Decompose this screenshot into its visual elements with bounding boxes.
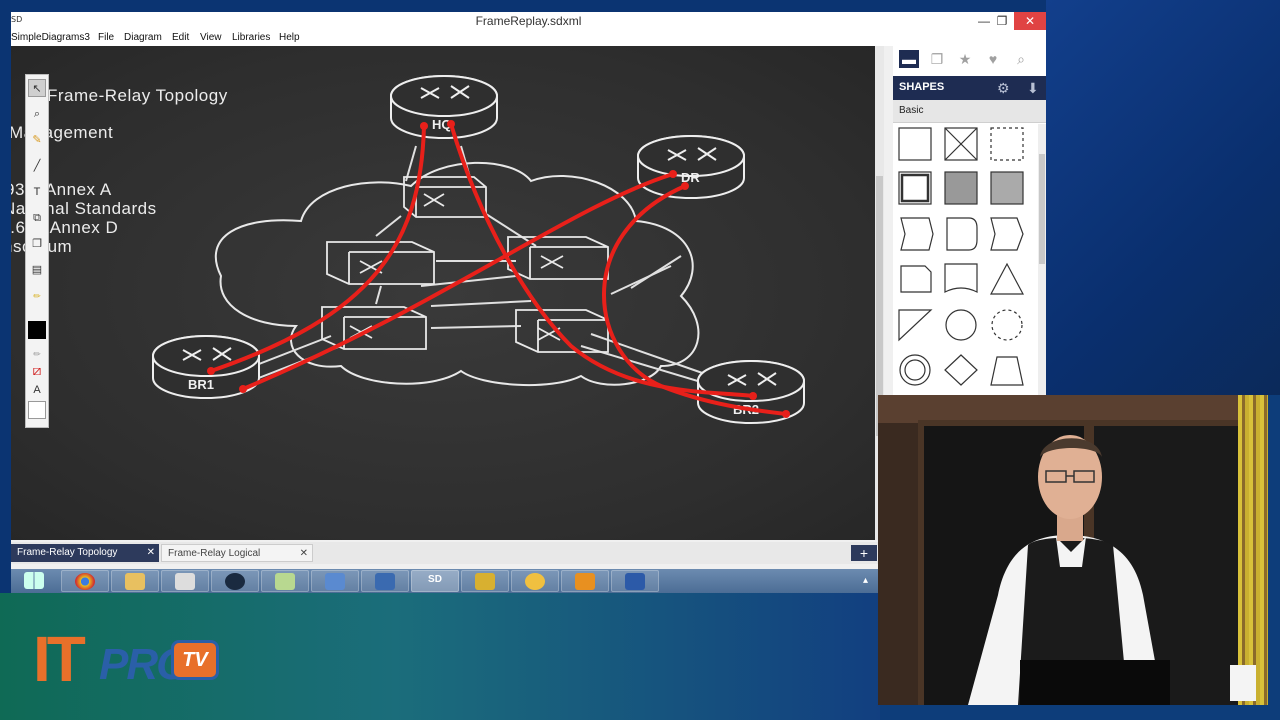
pdf-icon[interactable] xyxy=(561,570,609,592)
shapes-header: SHAPES ⚙ ⬇ xyxy=(893,76,1046,100)
explorer-icon[interactable] xyxy=(111,570,159,592)
menu-view[interactable]: View xyxy=(200,32,222,43)
menu-diagram[interactable]: Diagram xyxy=(124,32,162,43)
presenter-video xyxy=(878,395,1268,705)
menu-edit[interactable]: Edit xyxy=(172,32,189,43)
shape-triangle xyxy=(990,262,1024,295)
drawing-toolbar: ↖ ⌕ ✎ ╱ T ⧉ ❐ ▤ ✏ ✏ ⧄ A xyxy=(25,74,49,428)
send-backward-icon[interactable]: ❐ xyxy=(28,235,46,253)
shape-banner xyxy=(944,263,978,293)
shape-chevron-left xyxy=(900,217,934,251)
maximize-button[interactable]: ❐ xyxy=(988,12,1016,30)
search-icon[interactable]: ⌕ xyxy=(1011,50,1031,68)
itprotv-logo: IT PRO TV xyxy=(33,620,223,695)
shape-dashed-square xyxy=(990,127,1024,161)
close-tab-icon[interactable]: ✕ xyxy=(147,544,155,562)
shape-trapezoid xyxy=(990,356,1024,386)
game-icon[interactable] xyxy=(461,570,509,592)
desktop-background-top xyxy=(0,0,1046,12)
menu-libraries[interactable]: Libraries xyxy=(232,32,270,43)
panel-splitter[interactable] xyxy=(884,46,893,396)
panel-scroll-thumb[interactable] xyxy=(1039,154,1045,264)
desktop-background-right xyxy=(1046,0,1280,395)
group-icon[interactable]: ▤ xyxy=(28,261,46,279)
pencil-icon[interactable]: ✎ xyxy=(28,131,46,149)
frame-relay-switches xyxy=(321,176,609,353)
shape-arrow-pentagon xyxy=(990,217,1024,251)
tab-label: Frame-Relay Topology xyxy=(17,547,118,558)
panel-tab-bar: ▬ ❐ ★ ♥ ⌕ xyxy=(893,46,1046,72)
logo-tv-icon: TV xyxy=(171,640,219,680)
menu-bar: SimpleDiagrams3 File Diagram Edit View L… xyxy=(11,30,1046,46)
shape-rounded-tab xyxy=(946,217,978,251)
app-icon[interactable] xyxy=(161,570,209,592)
fill-bucket-icon[interactable]: ✏ xyxy=(28,287,46,305)
bring-forward-icon[interactable]: ⧉ xyxy=(28,209,46,227)
tab-label: Frame-Relay Logical xyxy=(168,548,261,559)
menu-file[interactable]: File xyxy=(98,32,114,43)
windows-start-icon[interactable] xyxy=(11,570,59,592)
heart-icon[interactable]: ♥ xyxy=(983,50,1003,68)
menu-app[interactable]: SimpleDiagrams3 xyxy=(11,32,90,43)
font-tool-icon[interactable]: A xyxy=(28,381,46,399)
logo-it: IT xyxy=(33,623,86,695)
comment-icon[interactable]: ▬ xyxy=(899,50,919,68)
shape-right-triangle xyxy=(898,309,933,342)
presenter-figure xyxy=(968,435,1256,705)
simplediagrams-icon[interactable]: SD xyxy=(411,570,459,592)
topology-drawing: HQ BR1 BR2 DR xyxy=(152,75,805,424)
visio-icon[interactable] xyxy=(611,570,659,592)
gear-icon[interactable]: ⚙ xyxy=(997,80,1010,97)
title-bar[interactable]: SD FrameReplay.sdxml — ❐ ✕ xyxy=(11,12,1046,30)
panel-scrollbar[interactable] xyxy=(1038,124,1046,396)
virtualbox-icon[interactable] xyxy=(311,570,359,592)
network-icon[interactable] xyxy=(361,570,409,592)
shape-hatched-square xyxy=(944,171,978,205)
router-label-br1: BR1 xyxy=(188,377,214,392)
category-header[interactable]: Basic xyxy=(893,100,1046,123)
select-arrow-icon[interactable]: ↖ xyxy=(28,79,46,97)
close-tab-icon[interactable]: ✕ xyxy=(300,545,308,563)
shape-square xyxy=(898,127,932,161)
desktop-background-left xyxy=(0,12,11,593)
document-tabs: Frame-Relay Topology ✕ Frame-Relay Logic… xyxy=(11,542,884,564)
stroke-color-swatch[interactable]: ⧄ xyxy=(28,361,46,379)
text-tool-icon[interactable]: T xyxy=(28,183,46,201)
shape-dotted-square xyxy=(990,171,1024,205)
routers xyxy=(152,75,805,424)
close-button[interactable]: ✕ xyxy=(1014,12,1046,30)
tray-expand-icon[interactable]: ▴ xyxy=(863,575,868,586)
fill-color-swatch[interactable] xyxy=(28,321,46,339)
window-title: FrameReplay.sdxml xyxy=(475,14,582,28)
shape-circle xyxy=(945,309,977,341)
taskbar: SD ▴ xyxy=(11,569,884,593)
steam-icon[interactable] xyxy=(211,570,259,592)
logo-tv: TV xyxy=(182,649,208,671)
shape-cut-rect xyxy=(900,265,932,293)
simplediagrams-label: SD xyxy=(428,574,442,585)
add-tab-button[interactable]: + xyxy=(851,545,877,561)
category-label: Basic xyxy=(899,105,924,116)
download-icon[interactable]: ⬇ xyxy=(1027,80,1039,97)
line-icon[interactable]: ╱ xyxy=(28,157,46,175)
notepad-icon[interactable] xyxy=(261,570,309,592)
shape-double-square xyxy=(898,171,932,205)
tab-frame-relay-logical[interactable]: Frame-Relay Logical ✕ xyxy=(161,544,313,562)
zoom-icon[interactable]: ⌕ xyxy=(28,105,46,123)
chrome-icon[interactable] xyxy=(61,570,109,592)
shape-library-grid xyxy=(898,127,1024,386)
app-icon[interactable] xyxy=(511,570,559,592)
diagram-canvas[interactable]: Frame-Relay Topology Management 93 + Ann… xyxy=(11,46,875,540)
shape-diamond xyxy=(944,354,978,386)
star-icon[interactable]: ★ xyxy=(955,50,975,68)
tab-frame-relay-topology[interactable]: Frame-Relay Topology ✕ xyxy=(11,544,159,562)
shape-dashed-circle xyxy=(991,309,1023,341)
layers-icon[interactable]: ❐ xyxy=(927,50,947,68)
menu-help[interactable]: Help xyxy=(279,32,300,43)
font-color-swatch[interactable] xyxy=(28,401,46,419)
shapes-panel: ▬ ❐ ★ ♥ ⌕ SHAPES ⚙ ⬇ Basic xyxy=(893,46,1046,396)
shapes-title: SHAPES xyxy=(899,81,945,93)
